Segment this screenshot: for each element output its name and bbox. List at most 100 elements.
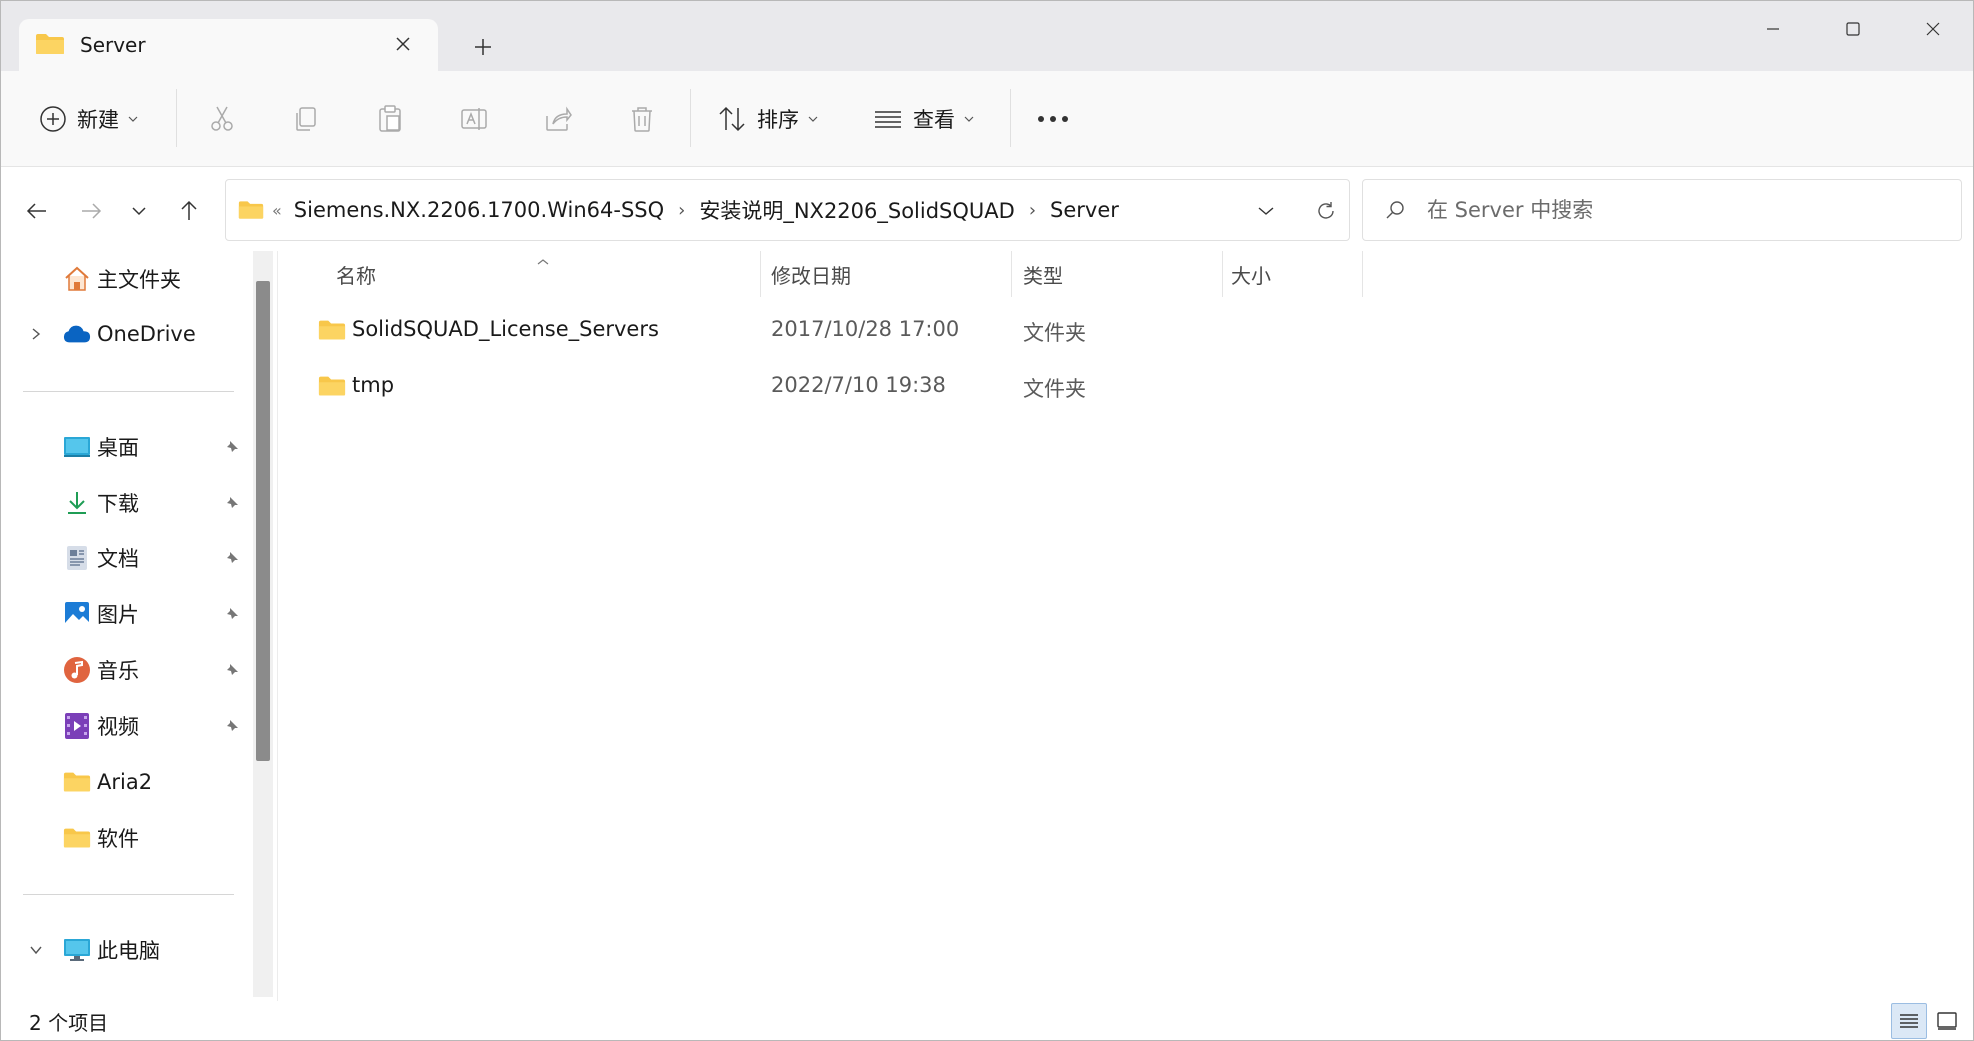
refresh-icon xyxy=(1318,202,1334,219)
pin-icon[interactable] xyxy=(221,715,243,737)
home-icon xyxy=(63,265,91,293)
search-input[interactable] xyxy=(1427,198,1927,222)
tiles-view-button[interactable] xyxy=(1929,1003,1965,1039)
breadcrumb-item[interactable]: 安装说明_NX2206_SolidSQUAD xyxy=(699,195,1014,225)
videos-icon xyxy=(63,712,91,740)
rename-button[interactable] xyxy=(459,95,489,143)
column-divider[interactable] xyxy=(1222,251,1223,297)
more-icon xyxy=(1038,116,1068,122)
toolbar-divider xyxy=(690,89,691,147)
copy-button[interactable] xyxy=(291,95,321,143)
sidebar-item-software[interactable]: 软件 xyxy=(1,813,261,863)
recent-locations-button[interactable] xyxy=(119,191,159,231)
sidebar-item-label: 音乐 xyxy=(97,659,139,683)
share-button[interactable] xyxy=(543,95,573,143)
breadcrumb-separator[interactable]: › xyxy=(678,200,685,221)
column-divider[interactable] xyxy=(1011,251,1012,297)
desktop-icon xyxy=(63,433,91,461)
sidebar-item-onedrive[interactable]: OneDrive xyxy=(1,309,261,359)
sidebar-item-pictures[interactable]: 图片 xyxy=(1,589,261,639)
view-icon xyxy=(875,111,901,128)
paste-button[interactable] xyxy=(375,95,405,143)
sidebar-item-videos[interactable]: 视频 xyxy=(1,701,261,751)
delete-icon xyxy=(632,107,652,132)
rename-icon xyxy=(461,108,487,130)
sidebar-item-documents[interactable]: 文档 xyxy=(1,533,261,583)
more-button[interactable] xyxy=(1037,95,1069,143)
sort-button[interactable]: 排序 xyxy=(717,95,819,143)
sidebar-item-music[interactable]: 音乐 xyxy=(1,645,261,695)
sidebar-item-desktop[interactable]: 桌面 xyxy=(1,422,261,472)
folder-icon xyxy=(318,320,346,340)
status-bar: 2 个项目 xyxy=(1,1001,1973,1040)
close-window-button[interactable] xyxy=(1893,1,1973,57)
details-view-button[interactable] xyxy=(1891,1003,1927,1039)
sidebar-item-downloads[interactable]: 下载 xyxy=(1,478,261,528)
close-icon xyxy=(396,37,410,51)
breadcrumb-overflow[interactable]: « xyxy=(272,201,282,220)
address-history-button[interactable] xyxy=(1246,192,1286,230)
tab-close-button[interactable] xyxy=(388,29,418,59)
search-box[interactable] xyxy=(1362,179,1962,241)
file-explorer-window: Server 新建 排序 查看 « Siemens.NX.2206.1700.W… xyxy=(0,0,1974,1041)
cut-icon xyxy=(211,106,233,131)
pin-icon[interactable] xyxy=(221,659,243,681)
download-icon xyxy=(63,489,91,517)
toolbar-divider xyxy=(176,89,177,147)
close-icon xyxy=(1926,22,1940,36)
chevron-down-icon xyxy=(808,116,818,122)
folder-icon xyxy=(63,768,91,796)
file-name: SolidSQUAD_License_Servers xyxy=(352,317,659,341)
new-button[interactable]: 新建 xyxy=(39,95,139,143)
delete-button[interactable] xyxy=(627,95,657,143)
folder-icon xyxy=(36,34,64,54)
pin-icon[interactable] xyxy=(221,547,243,569)
sidebar-item-this-pc[interactable]: 此电脑 xyxy=(1,925,261,975)
refresh-button[interactable] xyxy=(1306,192,1346,230)
chevron-right-icon[interactable] xyxy=(25,323,47,345)
minimize-icon xyxy=(1767,28,1779,30)
pin-icon[interactable] xyxy=(221,436,243,458)
chevron-down-icon[interactable] xyxy=(25,939,47,961)
tiles-view-icon xyxy=(1937,1012,1957,1030)
column-divider[interactable] xyxy=(1362,251,1363,297)
up-button[interactable] xyxy=(169,191,209,231)
table-row[interactable]: tmp 2022/7/10 19:38 文件夹 xyxy=(278,359,1378,415)
pin-icon[interactable] xyxy=(221,603,243,625)
maximize-icon xyxy=(1846,22,1860,36)
view-label: 查看 xyxy=(913,108,955,132)
new-tab-button[interactable] xyxy=(463,31,503,63)
tab-server[interactable]: Server xyxy=(19,19,438,71)
music-icon xyxy=(63,656,91,684)
breadcrumb-item[interactable]: Siemens.NX.2206.1700.Win64-SSQ xyxy=(294,198,664,222)
chevron-down-icon xyxy=(128,116,138,122)
item-count: 2 个项目 xyxy=(29,1011,109,1035)
column-header-size[interactable]: 大小 xyxy=(1231,251,1271,297)
folder-icon xyxy=(318,376,346,396)
pictures-icon xyxy=(63,600,91,628)
new-label: 新建 xyxy=(77,108,119,132)
column-divider[interactable] xyxy=(760,251,761,297)
navigation-pane: 主文件夹 OneDrive 桌面 下载 文档 图片 音乐 视频 Aria2 软件… xyxy=(1,251,276,1001)
file-list: 名称 修改日期 类型 大小 SolidSQUAD_License_Servers… xyxy=(277,251,1973,1001)
column-header-modified[interactable]: 修改日期 xyxy=(771,251,851,297)
cut-button[interactable] xyxy=(207,95,237,143)
maximize-button[interactable] xyxy=(1813,1,1893,57)
breadcrumb-separator[interactable]: › xyxy=(1029,200,1036,221)
sidebar-item-home[interactable]: 主文件夹 xyxy=(1,254,261,304)
back-button[interactable] xyxy=(17,191,57,231)
toolbar-divider xyxy=(1010,89,1011,147)
breadcrumb-item[interactable]: Server xyxy=(1050,198,1119,222)
sidebar-scrollbar-thumb[interactable] xyxy=(256,281,270,761)
pin-icon[interactable] xyxy=(221,492,243,514)
minimize-button[interactable] xyxy=(1733,1,1813,57)
address-bar[interactable]: « Siemens.NX.2206.1700.Win64-SSQ › 安装说明_… xyxy=(225,179,1350,241)
column-header-type[interactable]: 类型 xyxy=(1023,251,1063,297)
sidebar-item-aria2[interactable]: Aria2 xyxy=(1,757,261,807)
column-header-name[interactable]: 名称 xyxy=(336,251,376,297)
view-button[interactable]: 查看 xyxy=(873,95,975,143)
sidebar-divider xyxy=(23,391,234,392)
forward-button[interactable] xyxy=(71,191,111,231)
paste-icon xyxy=(379,105,401,132)
table-row[interactable]: SolidSQUAD_License_Servers 2017/10/28 17… xyxy=(278,303,1378,359)
